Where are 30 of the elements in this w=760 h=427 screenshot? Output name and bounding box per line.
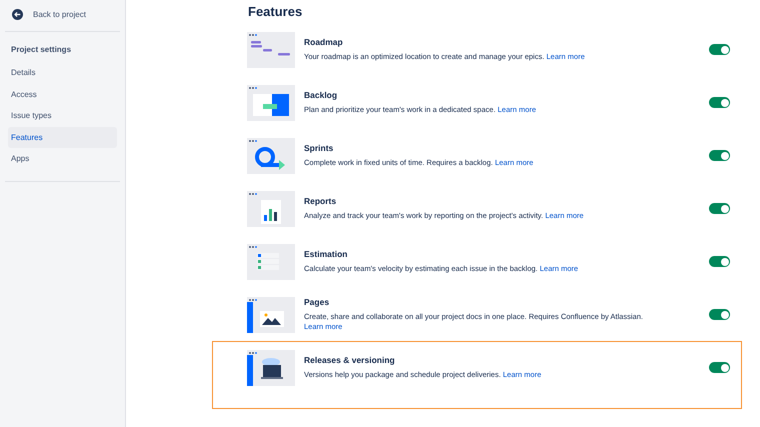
feature-title: Pages bbox=[304, 297, 330, 307]
feature-illustration bbox=[247, 84, 295, 120]
sidebar-item[interactable]: Issue types bbox=[8, 105, 117, 126]
feature-toggle[interactable] bbox=[709, 362, 730, 373]
feature-illustration bbox=[247, 350, 295, 386]
feature-toggle[interactable] bbox=[709, 309, 730, 320]
feature-illustration bbox=[247, 190, 295, 226]
feature-title: Estimation bbox=[304, 249, 348, 259]
sidebar-item[interactable]: Details bbox=[8, 62, 117, 83]
feature-toggle[interactable] bbox=[709, 44, 730, 55]
section-title: Project settings bbox=[10, 44, 72, 56]
feature-title: Reports bbox=[304, 196, 338, 206]
sidebar-item[interactable]: Features bbox=[8, 126, 117, 148]
feature-illustration bbox=[247, 244, 295, 280]
back-to-project-link[interactable]: Back to project bbox=[8, 0, 117, 29]
feature-toggle[interactable] bbox=[709, 97, 730, 108]
sidebar-item[interactable]: Apps bbox=[8, 148, 117, 169]
feature-illustration bbox=[247, 296, 295, 332]
feature-title: Sprints bbox=[304, 143, 334, 153]
feature-title: Backlog bbox=[304, 90, 338, 100]
feature-title: Releases & versioning bbox=[304, 355, 396, 365]
feature-toggle[interactable] bbox=[709, 150, 730, 161]
feature-illustration bbox=[247, 138, 295, 174]
page-heading: Features bbox=[248, 4, 304, 19]
feature-toggle[interactable] bbox=[709, 256, 730, 267]
feature-title: Roadmap bbox=[304, 37, 344, 47]
back-arrow-icon bbox=[12, 9, 23, 20]
feature-toggle[interactable] bbox=[709, 203, 730, 214]
sidebar-item[interactable]: Access bbox=[8, 84, 117, 104]
feature-illustration bbox=[247, 32, 295, 68]
